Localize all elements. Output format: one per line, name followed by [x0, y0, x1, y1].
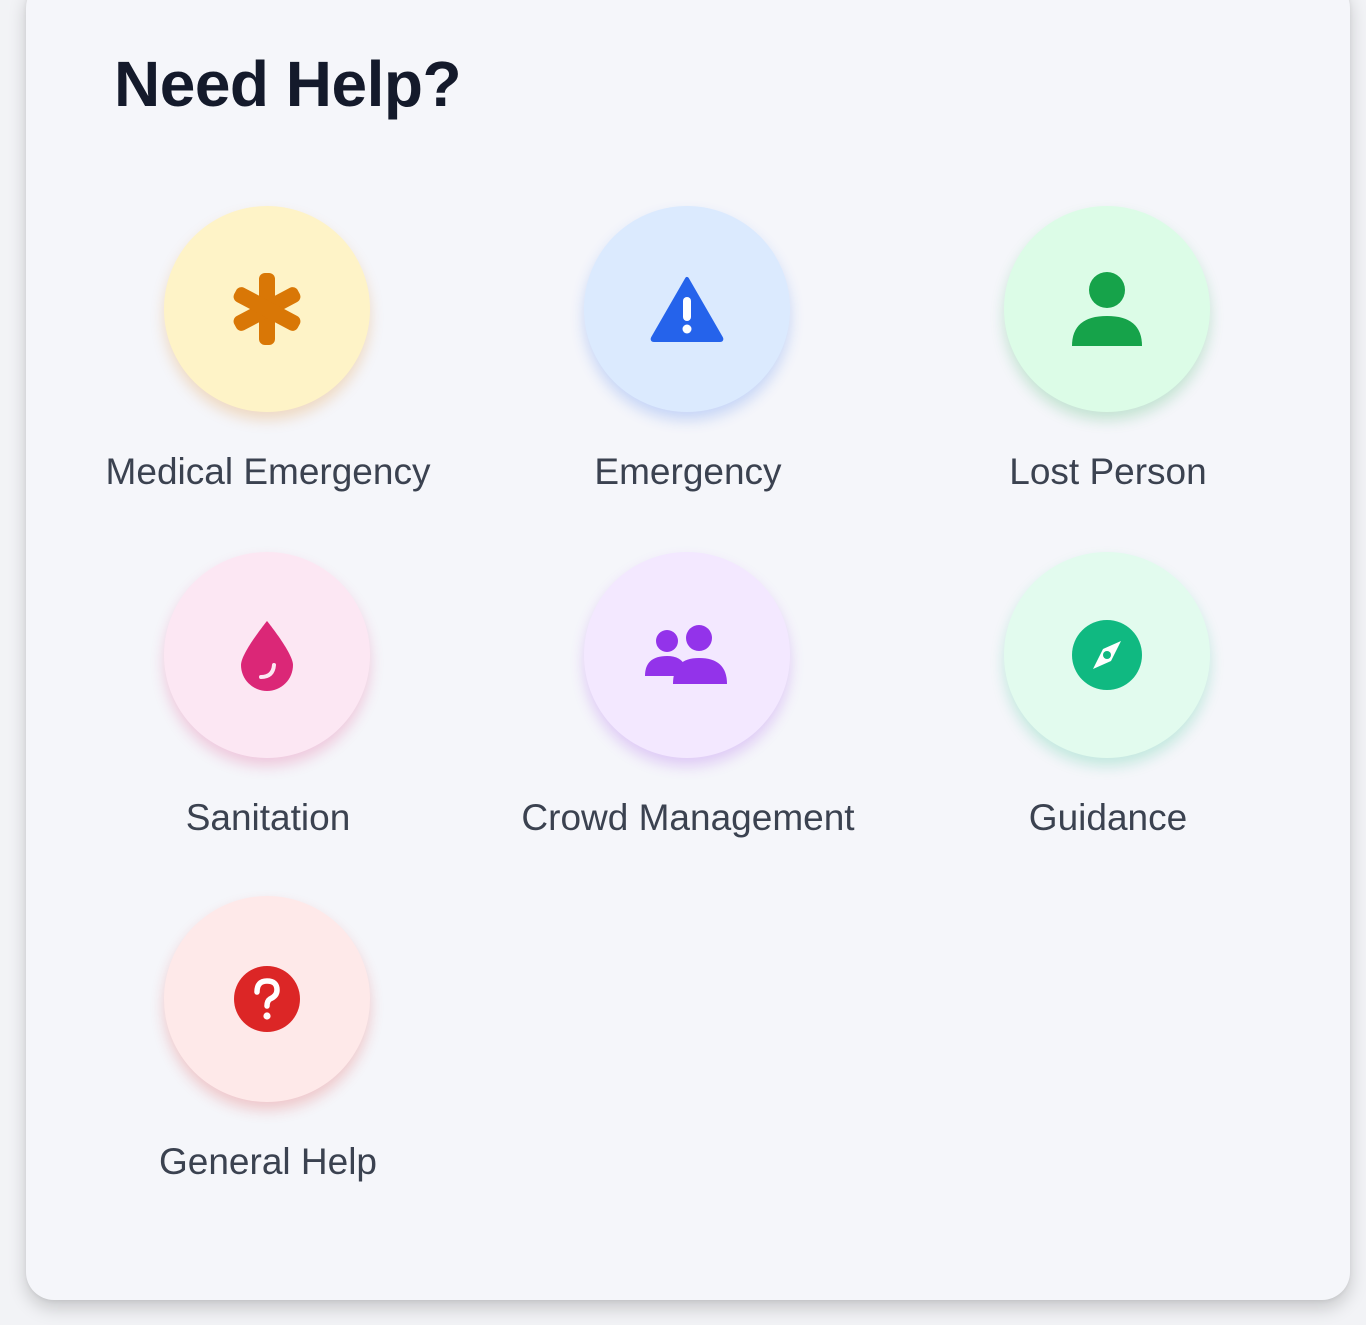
panel-title: Need Help? — [114, 48, 462, 120]
help-option-general-help[interactable]: General Help — [58, 896, 478, 1196]
lost-person-icon-circle — [1004, 206, 1210, 412]
question-circle-icon — [234, 966, 300, 1032]
help-option-label: Lost Person — [1009, 451, 1207, 492]
help-option-label: Medical Emergency — [105, 451, 431, 492]
guidance-icon-circle — [1004, 552, 1210, 758]
sanitation-icon-circle — [164, 552, 370, 758]
help-option-guidance[interactable]: Guidance — [898, 552, 1318, 852]
compass-icon — [1072, 620, 1142, 690]
people-group-icon — [645, 625, 727, 684]
help-option-crowd-management[interactable]: Crowd Management — [478, 552, 898, 852]
help-option-label: General Help — [158, 1141, 377, 1182]
help-option-label: Emergency — [594, 451, 782, 492]
help-panel: Need Help? Medical Emergency Emergency L… — [26, 0, 1350, 1300]
general-help-icon-circle — [164, 896, 370, 1102]
help-option-sanitation[interactable]: Sanitation — [58, 552, 478, 852]
help-option-emergency[interactable]: Emergency — [478, 206, 898, 506]
help-option-label: Guidance — [1028, 797, 1188, 838]
help-option-lost-person[interactable]: Lost Person — [898, 206, 1318, 506]
person-icon — [1072, 272, 1142, 346]
water-drop-icon — [241, 621, 293, 691]
medical-asterisk-icon — [233, 273, 301, 345]
help-option-label: Sanitation — [185, 797, 351, 838]
emergency-icon-circle — [584, 206, 790, 412]
help-option-medical-emergency[interactable]: Medical Emergency — [58, 206, 478, 506]
medical-emergency-icon-circle — [164, 206, 370, 412]
help-option-label: Crowd Management — [521, 797, 855, 838]
warning-triangle-icon — [650, 277, 724, 342]
crowd-management-icon-circle — [584, 552, 790, 758]
